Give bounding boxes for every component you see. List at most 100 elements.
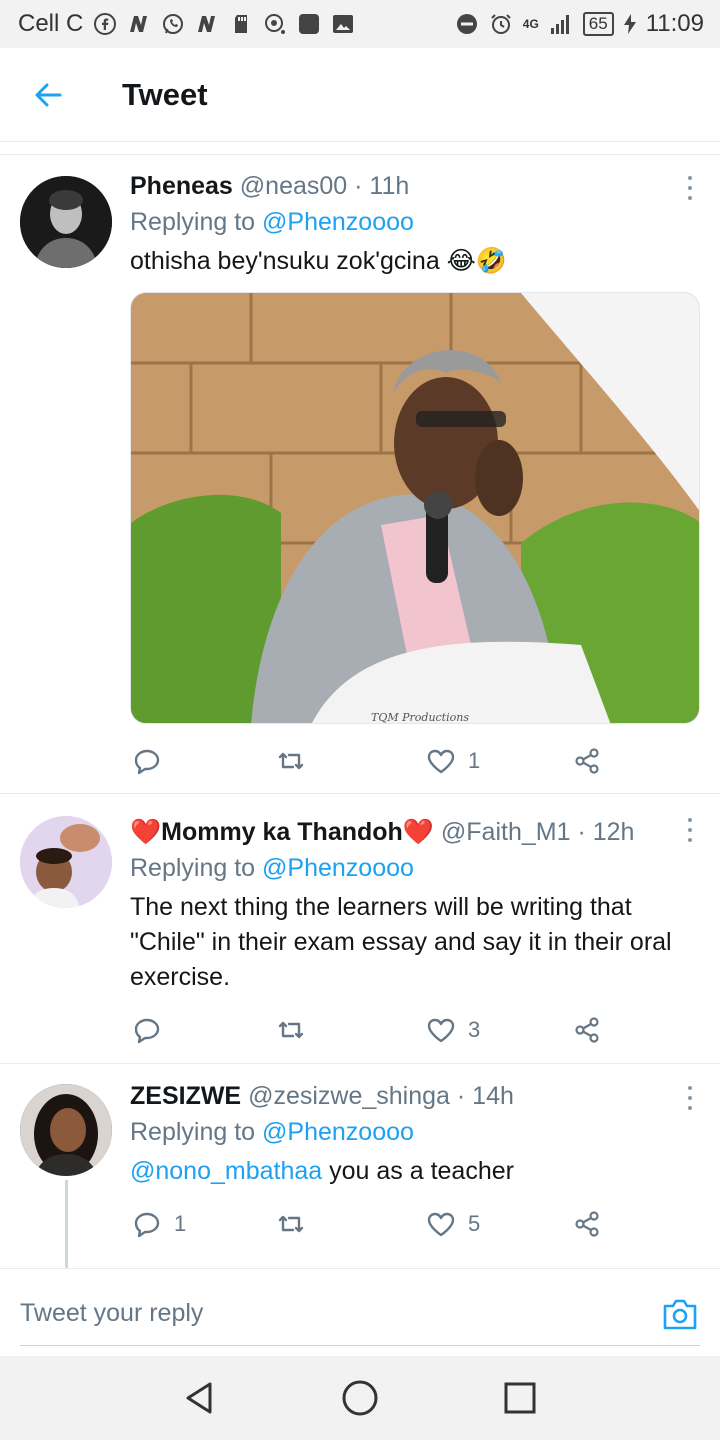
circle-home-icon [342,1380,378,1416]
reply-input-underline [20,1345,700,1346]
handle[interactable]: @zesizwe_shinga [248,1082,450,1110]
share-icon [575,1211,599,1237]
replying-prefix: Replying to [130,1118,256,1146]
app-header: Tweet [0,48,720,142]
reply-icon [134,1212,160,1238]
nav-home-button[interactable] [340,1378,380,1418]
text-content: you as a teacher [322,1157,514,1185]
square-recents-icon [504,1382,536,1414]
display-name[interactable]: ❤️Mommy ka Thandoh❤️ [130,818,434,846]
tweet-header: ZESIZWE @zesizwe_shinga · 14h [130,1080,700,1112]
divider [0,154,720,155]
like-count: 5 [468,1211,481,1236]
gallery-icon [333,15,354,33]
battery-level: 65 [582,12,614,36]
retweet-icon [278,752,304,770]
back-button[interactable] [0,48,96,142]
share-icon [575,748,599,774]
tweet-2[interactable]: ❤️Mommy ka Thandoh❤️ @Faith_M1 · 12h Rep… [0,796,720,1064]
display-name[interactable]: Pheneas [130,172,233,200]
reply-icon [134,749,160,775]
facebook-icon [94,13,117,35]
more-options-button[interactable] [686,176,694,200]
system-navigation-bar [0,1356,720,1440]
replying-mention[interactable]: @Phenzoooo [262,854,414,882]
hotspot-icon [265,14,286,34]
tweet-actions: 3 [130,1012,610,1048]
camera-icon [663,1299,697,1330]
display-name[interactable]: ZESIZWE [130,1082,241,1110]
timestamp: · 11h [354,172,410,200]
replying-prefix: Replying to [130,854,256,882]
more-options-button[interactable] [686,818,694,842]
retweet-icon [278,1021,304,1039]
tweet-text: The next thing the learners will be writ… [130,893,672,991]
share-button[interactable] [572,1012,602,1048]
reply-button[interactable] [132,1012,174,1048]
avatar[interactable] [20,1084,112,1176]
replying-mention[interactable]: @Phenzoooo [262,208,414,236]
text-mention[interactable]: @nono_mbathaa [130,1157,322,1185]
heart-icon [427,1018,455,1043]
retweet-button[interactable] [276,1206,318,1242]
retweet-icon [278,1215,304,1233]
tweet-3[interactable]: ZESIZWE @zesizwe_shinga · 14h Replying t… [0,1066,720,1268]
tweet-header: Pheneas @neas00 · 11h [130,170,700,202]
notification-n-icon-2 [198,16,216,32]
reply-button[interactable]: 1 [132,1206,186,1242]
handle[interactable]: @neas00 [240,172,347,200]
tweet-text: othisha bey'nsuku zok'gcina 😂🤣 [130,247,508,275]
thread-connector-line [65,1180,68,1268]
tweet-body: ZESIZWE @zesizwe_shinga · 14h Replying t… [130,1080,700,1189]
do-not-disturb-icon [456,14,477,34]
like-button[interactable]: 5 [426,1206,480,1242]
replying-prefix: Replying to [130,208,256,236]
nav-recents-button[interactable] [500,1378,540,1418]
photo: TQM Productions [131,293,699,723]
reply-button[interactable] [132,743,174,779]
retweet-button[interactable] [276,743,318,779]
avatar[interactable] [20,816,112,908]
retweet-button[interactable] [276,1012,318,1048]
replying-to: Replying to @Phenzoooo [130,850,700,886]
carrier-label: Cell C [18,10,84,37]
tweet-text: @nono_mbathaa you as a teacher [130,1154,700,1189]
tweet-media-image[interactable]: TQM Productions [130,292,700,724]
back-arrow-icon [35,83,62,106]
avatar[interactable] [20,176,112,268]
nav-back-button[interactable] [180,1378,220,1418]
replying-to: Replying to @Phenzoooo [130,1114,700,1150]
page-title: Tweet [122,76,208,112]
replying-mention[interactable]: @Phenzoooo [262,1118,414,1146]
share-icon [575,1017,599,1043]
share-button[interactable] [572,743,602,779]
timestamp: · 14h [456,1082,514,1110]
like-button[interactable]: 1 [426,743,480,779]
camera-button[interactable] [662,1297,698,1331]
reply-icon [134,1018,160,1044]
clock: 11:09 [645,10,704,37]
tweet-actions: 1 [130,743,610,779]
whatsapp-icon [163,14,184,34]
like-button[interactable]: 3 [426,1012,480,1048]
alarm-icon [491,14,511,34]
tweet-header: ❤️Mommy ka Thandoh❤️ @Faith_M1 · 12h [130,816,700,848]
like-count: 1 [468,748,481,773]
more-options-button[interactable] [686,1086,694,1110]
charging-icon [623,14,636,34]
like-count: 3 [468,1017,481,1042]
triangle-back-icon [186,1382,212,1414]
reply-count: 1 [174,1211,187,1236]
reply-input[interactable]: Tweet your reply [20,1299,203,1328]
reply-composer[interactable]: Tweet your reply [0,1268,720,1356]
tweet-body: Pheneas @neas00 · 11h Replying to @Phenz… [130,170,700,279]
app-notification-icon [299,14,320,34]
network-type: 4G [522,17,539,31]
tweet-1[interactable]: Pheneas @neas00 · 11h Replying to @Phenz… [0,156,720,794]
handle[interactable]: @Faith_M1 [441,818,571,846]
tweet-actions: 1 5 [130,1206,610,1242]
share-button[interactable] [572,1206,602,1242]
timestamp: · 12h [577,818,635,846]
heart-icon [427,1212,455,1237]
signal-icon [550,15,569,34]
